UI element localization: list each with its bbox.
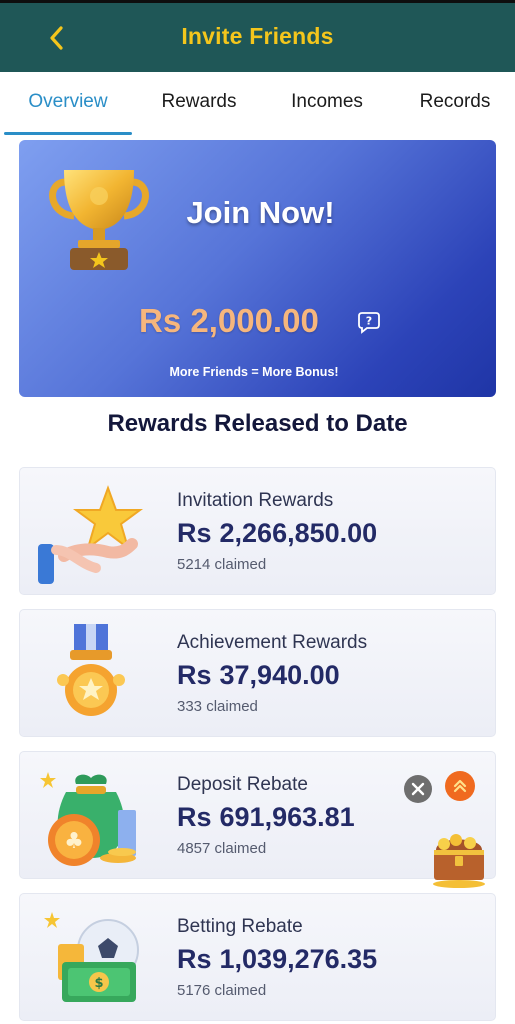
svg-text:?: ? [366, 315, 372, 328]
svg-text:♣: ♣ [64, 829, 84, 854]
card-betting-rebate[interactable]: $ Betting Rebate Rs 1,039,276.35 5176 cla… [19, 893, 496, 1021]
tab-bar: Overview Rewards Incomes Records [0, 72, 515, 136]
card-label: Betting Rebate [177, 916, 303, 937]
help-chat-icon[interactable]: ? [357, 310, 381, 334]
tab-records[interactable]: Records [396, 72, 514, 136]
close-icon [411, 782, 425, 796]
join-now-banner[interactable]: Join Now! Rs 2,000.00 ? More Friends = M… [19, 140, 496, 397]
hand-star-icon [38, 485, 144, 584]
amount-value: 2,266,850.00 [219, 518, 378, 548]
football-cash-icon: $ [44, 912, 139, 1002]
claimed-count: 5176 claimed [177, 982, 267, 999]
tab-rewards[interactable]: Rewards [140, 72, 258, 136]
scroll-up-button[interactable] [445, 771, 475, 801]
banner-subtitle: More Friends = More Bonus! [169, 365, 339, 379]
bonus-amount: Rs 2,000.00 [139, 302, 319, 339]
double-chevron-up-icon [453, 779, 467, 793]
currency-label: Rs [177, 660, 212, 690]
page-title: Invite Friends [181, 23, 334, 49]
close-floating-button[interactable] [404, 775, 432, 803]
card-amount: Rs 1,039,276.35 [177, 944, 377, 975]
claimed-count: 333 claimed [177, 698, 258, 715]
card-achievement-rewards[interactable]: Achievement Rewards Rs 37,940.00 333 clai… [19, 609, 496, 737]
amount-value: 1,039,276.35 [219, 944, 378, 974]
money-bag-icon: ♣ [40, 772, 136, 866]
card-amount: Rs 2,266,850.00 [177, 518, 377, 549]
medal-icon [57, 624, 125, 716]
claimed-count: 5214 claimed [177, 556, 267, 573]
card-label: Achievement Rewards [177, 632, 368, 653]
amount-value: 691,963.81 [219, 802, 355, 832]
header-bar: Invite Friends [0, 0, 515, 72]
active-tab-indicator [4, 132, 132, 135]
tab-overview[interactable]: Overview [4, 72, 132, 136]
card-label: Invitation Rewards [177, 490, 334, 511]
card-invitation-rewards[interactable]: Invitation Rewards Rs 2,266,850.00 5214 c… [19, 467, 496, 595]
banner-title: Join Now! [186, 195, 335, 230]
currency-label: Rs [177, 518, 212, 548]
card-label: Deposit Rebate [177, 774, 308, 795]
amount-value: 37,940.00 [219, 660, 340, 690]
treasure-chest-icon[interactable] [428, 826, 490, 888]
card-deposit-rebate[interactable]: ♣ Deposit Rebate Rs 691,963.81 4857 claim… [19, 751, 496, 879]
claimed-count: 4857 claimed [177, 840, 267, 857]
svg-text:$: $ [94, 976, 103, 991]
currency-label: Rs [177, 802, 212, 832]
tab-incomes[interactable]: Incomes [268, 72, 386, 136]
trophy-icon [49, 170, 149, 270]
currency-label: Rs [177, 944, 212, 974]
card-amount: Rs 691,963.81 [177, 802, 355, 833]
section-title: Rewards Released to Date [107, 410, 408, 437]
card-amount: Rs 37,940.00 [177, 660, 340, 691]
